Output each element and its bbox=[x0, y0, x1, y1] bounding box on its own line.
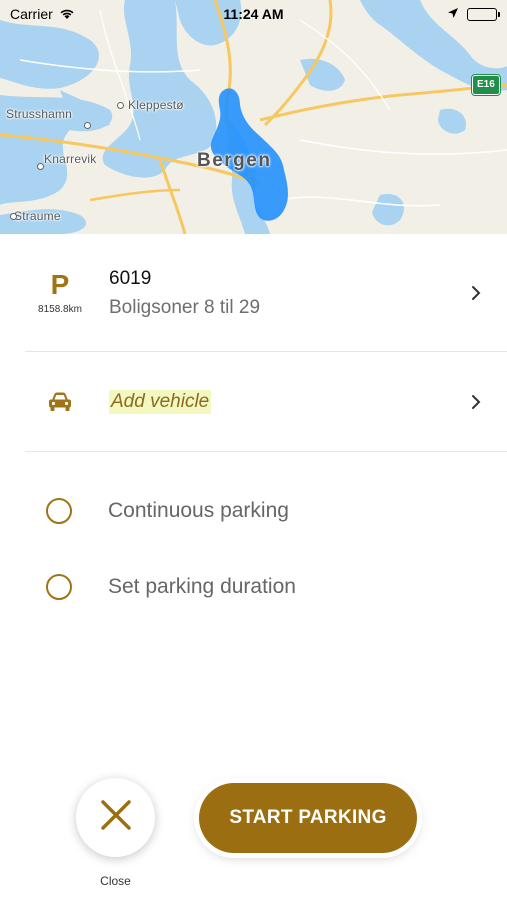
zone-badge: P 8158.8km bbox=[25, 269, 95, 316]
map-label-straume: Straume bbox=[14, 209, 61, 223]
route-shield-e16: E16 bbox=[471, 74, 501, 96]
map-label-knarrevik: Knarrevik bbox=[44, 152, 97, 166]
map-place-dot bbox=[10, 213, 17, 220]
vehicle-row[interactable]: Add vehicle bbox=[25, 352, 507, 452]
close-label: Close bbox=[100, 874, 131, 888]
close-button[interactable] bbox=[76, 778, 155, 857]
option-label: Continuous parking bbox=[108, 499, 289, 522]
map-label-strusshamn: Strusshamn bbox=[6, 107, 73, 121]
add-vehicle-link[interactable]: Add vehicle bbox=[109, 389, 212, 414]
option-continuous-parking[interactable]: Continuous parking bbox=[25, 491, 485, 531]
map-background bbox=[0, 0, 507, 234]
map-view[interactable]: Strusshamn Kleppestø Knarrevik Bergen St… bbox=[0, 0, 507, 234]
start-parking-button[interactable]: START PARKING bbox=[199, 783, 417, 853]
status-time: 11:24 AM bbox=[223, 6, 284, 22]
zone-distance: 8158.8km bbox=[38, 304, 82, 315]
map-label-kleppesto: Kleppestø bbox=[128, 98, 184, 112]
close-icon bbox=[99, 798, 133, 837]
map-place-dot bbox=[37, 163, 44, 170]
status-bar: Carrier 11:24 AM bbox=[0, 0, 507, 28]
radio-button[interactable] bbox=[46, 574, 72, 600]
map-place-dot bbox=[117, 102, 124, 109]
zone-row[interactable]: P 8158.8km 6019 Boligsoner 8 til 29 bbox=[25, 234, 507, 352]
zone-id: 6019 bbox=[109, 267, 152, 289]
parking-p-icon: P bbox=[50, 269, 70, 300]
map-label-bergen: Bergen bbox=[197, 150, 272, 171]
battery-icon bbox=[467, 7, 500, 21]
chevron-right-icon bbox=[471, 285, 481, 306]
car-icon bbox=[25, 391, 95, 413]
option-set-parking-duration[interactable]: Set parking duration bbox=[25, 567, 485, 607]
zone-info: 6019 Boligsoner 8 til 29 bbox=[109, 267, 507, 319]
zone-name: Boligsoner 8 til 29 bbox=[109, 296, 261, 318]
option-label: Set parking duration bbox=[108, 575, 296, 598]
map-place-dot bbox=[84, 122, 91, 129]
chevron-right-icon bbox=[471, 394, 481, 415]
radio-button[interactable] bbox=[46, 498, 72, 524]
